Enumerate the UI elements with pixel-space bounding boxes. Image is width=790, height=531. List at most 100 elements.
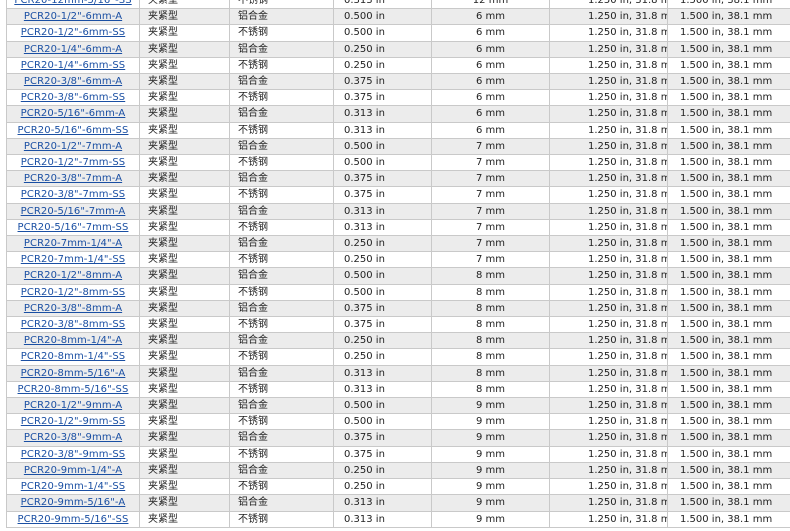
bore-inch-cell: 0.250 in (333, 461, 432, 480)
bore-mm-cell: 8 mm (431, 348, 550, 366)
bore-inch-cell: 0.313 in (333, 364, 432, 382)
material-cell: 不锈钢 (229, 121, 334, 139)
table-row: PCR20-9mm-5/16"-A 夹紧型 铝合金 0.313 in 9 mm 1.250… (6, 494, 790, 512)
length-cell: 1.250 in, 31.8 mm (549, 218, 668, 237)
part-number-link[interactable]: PCR20-1/2"-6mm-SS (21, 27, 125, 38)
part-number-link[interactable]: PCR20-5/16"-7mm-A (21, 206, 126, 217)
outer-diameter-cell: 1.500 in, 38.1 mm (667, 413, 790, 431)
length-cell: 1.250 in, 31.8 mm (549, 89, 668, 107)
bore-inch-cell: 0.375 in (333, 316, 432, 334)
bore-inch-cell: 0.313 in (333, 218, 432, 237)
bore-inch-cell: 0.500 in (333, 413, 432, 431)
part-number-link[interactable]: PCR20-1/2"-7mm-A (24, 141, 122, 152)
part-number-link[interactable]: PCR20-8mm-5/16"-SS (18, 384, 129, 395)
table-row: PCR20-3/8"-6mm-A 夹紧型 铝合金 0.375 in 6 mm 1.250 … (6, 73, 790, 91)
bore-inch-cell: 0.250 in (333, 40, 432, 58)
part-number-link[interactable]: PCR20-3/8"-9mm-SS (21, 449, 125, 460)
bore-mm-cell: 8 mm (431, 283, 550, 301)
outer-diameter-cell: 1.500 in, 38.1 mm (667, 429, 790, 447)
part-number-cell: PCR20-9mm-5/16"-SS (6, 510, 140, 528)
bore-inch-cell: 0.500 in (333, 283, 432, 301)
part-number-link[interactable]: PCR20-1/2"-6mm-A (24, 11, 122, 22)
part-number-link[interactable]: PCR20-5/16"-6mm-SS (18, 125, 129, 136)
outer-diameter-cell: 1.500 in, 38.1 mm (667, 332, 790, 350)
part-number-link[interactable]: PCR20-1/4"-6mm-SS (21, 60, 125, 71)
length-cell: 1.250 in, 31.8 mm (549, 397, 668, 415)
part-number-link[interactable]: PCR20-3/8"-6mm-SS (21, 92, 125, 103)
coupling-type-cell: 夹紧型 (139, 332, 230, 350)
length-cell: 1.250 in, 31.8 mm (549, 429, 668, 447)
material-cell: 不锈钢 (229, 251, 334, 269)
bore-inch-cell: 0.375 in (333, 170, 432, 188)
coupling-type-cell: 夹紧型 (139, 235, 230, 253)
part-number-cell: PCR20-1/2"-7mm-SS (6, 154, 140, 172)
part-number-cell: PCR20-8mm-5/16"-A (6, 364, 140, 382)
part-number-link[interactable]: PCR20-3/8"-7mm-A (24, 173, 122, 184)
part-number-link[interactable]: PCR20-3/8"-8mm-SS (21, 319, 125, 330)
part-number-link[interactable]: PCR20-3/8"-9mm-A (24, 432, 122, 443)
outer-diameter-cell: 1.500 in, 38.1 mm (667, 186, 790, 204)
part-number-link[interactable]: PCR20-9mm-1/4"-SS (21, 481, 125, 492)
bore-mm-cell: 6 mm (431, 24, 550, 42)
outer-diameter-cell: 1.500 in, 38.1 mm (667, 202, 790, 220)
table-row: PCR20-3/8"-9mm-SS 夹紧型 不锈钢 0.375 in 9 mm 1.250… (6, 445, 790, 463)
length-cell: 1.250 in, 31.8 mm (549, 316, 668, 334)
outer-diameter-cell: 1.500 in, 38.1 mm (667, 56, 790, 75)
part-number-link[interactable]: PCR20-1/2"-8mm-A (24, 270, 122, 281)
part-number-link[interactable]: PCR20-8mm-5/16"-A (21, 368, 126, 379)
part-number-link[interactable]: PCR20-1/4"-6mm-A (24, 44, 122, 55)
length-cell: 1.250 in, 31.8 mm (549, 332, 668, 350)
material-cell: 铝合金 (229, 461, 334, 480)
outer-diameter-cell: 1.500 in, 38.1 mm (667, 170, 790, 188)
part-number-link[interactable]: PCR20-7mm-1/4"-SS (21, 254, 125, 265)
part-number-link[interactable]: PCR20-9mm-5/16"-A (21, 497, 126, 508)
outer-diameter-cell: 1.500 in, 38.1 mm (667, 137, 790, 156)
length-cell: 1.250 in, 31.8 mm (549, 364, 668, 382)
part-number-link[interactable]: PCR20-1/2"-8mm-SS (21, 287, 125, 298)
table-row: PCR20-3/8"-9mm-A 夹紧型 铝合金 0.375 in 9 mm 1.250 … (6, 429, 790, 447)
table-row: PCR20-3/8"-7mm-A 夹紧型 铝合金 0.375 in 7 mm 1.250 … (6, 170, 790, 188)
material-cell: 铝合金 (229, 364, 334, 382)
length-cell: 1.250 in, 31.8 mm (549, 494, 668, 512)
coupling-type-cell: 夹紧型 (139, 380, 230, 399)
part-number-cell: PCR20-8mm-5/16"-SS (6, 380, 140, 399)
part-number-cell: PCR20-7mm-1/4"-SS (6, 251, 140, 269)
bore-inch-cell: 0.313 in (333, 0, 432, 10)
coupling-type-cell: 夹紧型 (139, 461, 230, 480)
material-cell: 铝合金 (229, 137, 334, 156)
part-number-cell: PCR20-1/2"-9mm-A (6, 397, 140, 415)
part-number-link[interactable]: PCR20-5/16"-6mm-A (21, 108, 126, 119)
part-number-link[interactable]: PCR20-9mm-5/16"-SS (18, 514, 129, 525)
part-number-link[interactable]: PCR20-1/2"-7mm-SS (21, 157, 125, 168)
outer-diameter-cell: 1.500 in, 38.1 mm (667, 348, 790, 366)
part-number-cell: PCR20-1/2"-8mm-A (6, 267, 140, 285)
part-number-link[interactable]: PCR20-7mm-1/4"-A (24, 238, 122, 249)
coupling-type-cell: 夹紧型 (139, 40, 230, 58)
length-cell: 1.250 in, 31.8 mm (549, 510, 668, 528)
bore-inch-cell: 0.313 in (333, 121, 432, 139)
part-number-link[interactable]: PCR20-9mm-1/4"-A (24, 465, 122, 476)
length-cell: 1.250 in, 31.8 mm (549, 380, 668, 399)
part-number-link[interactable]: PCR20-1/2"-9mm-A (24, 400, 122, 411)
part-number-link[interactable]: PCR20-3/8"-7mm-SS (21, 189, 125, 200)
part-number-link[interactable]: PCR20-5/16"-7mm-SS (18, 222, 129, 233)
length-cell: 1.250 in, 31.8 mm (549, 461, 668, 480)
coupling-type-cell: 夹紧型 (139, 364, 230, 382)
part-number-link[interactable]: PCR20-1/2"-9mm-SS (21, 416, 125, 427)
coupling-type-cell: 夹紧型 (139, 283, 230, 301)
bore-mm-cell: 8 mm (431, 380, 550, 399)
material-cell: 铝合金 (229, 397, 334, 415)
bore-inch-cell: 0.313 in (333, 105, 432, 123)
part-number-link[interactable]: PCR20-8mm-1/4"-SS (21, 351, 125, 362)
part-number-link[interactable]: PCR20-8mm-1/4"-A (24, 335, 122, 346)
part-number-link[interactable]: PCR20-3/8"-6mm-A (24, 76, 122, 87)
coupling-type-cell: 夹紧型 (139, 510, 230, 528)
table-row: PCR20-9mm-1/4"-A 夹紧型 铝合金 0.250 in 9 mm 1.250 … (6, 461, 790, 480)
part-number-link[interactable]: PCR20-3/8"-8mm-A (24, 303, 122, 314)
bore-inch-cell: 0.500 in (333, 137, 432, 156)
material-cell: 不锈钢 (229, 0, 334, 10)
bore-inch-cell: 0.313 in (333, 202, 432, 220)
length-cell: 1.250 in, 31.8 mm (549, 0, 668, 10)
part-number-link[interactable]: PCR20-12mm-5/16"-SS (14, 0, 131, 6)
part-number-cell: PCR20-1/2"-6mm-A (6, 8, 140, 26)
